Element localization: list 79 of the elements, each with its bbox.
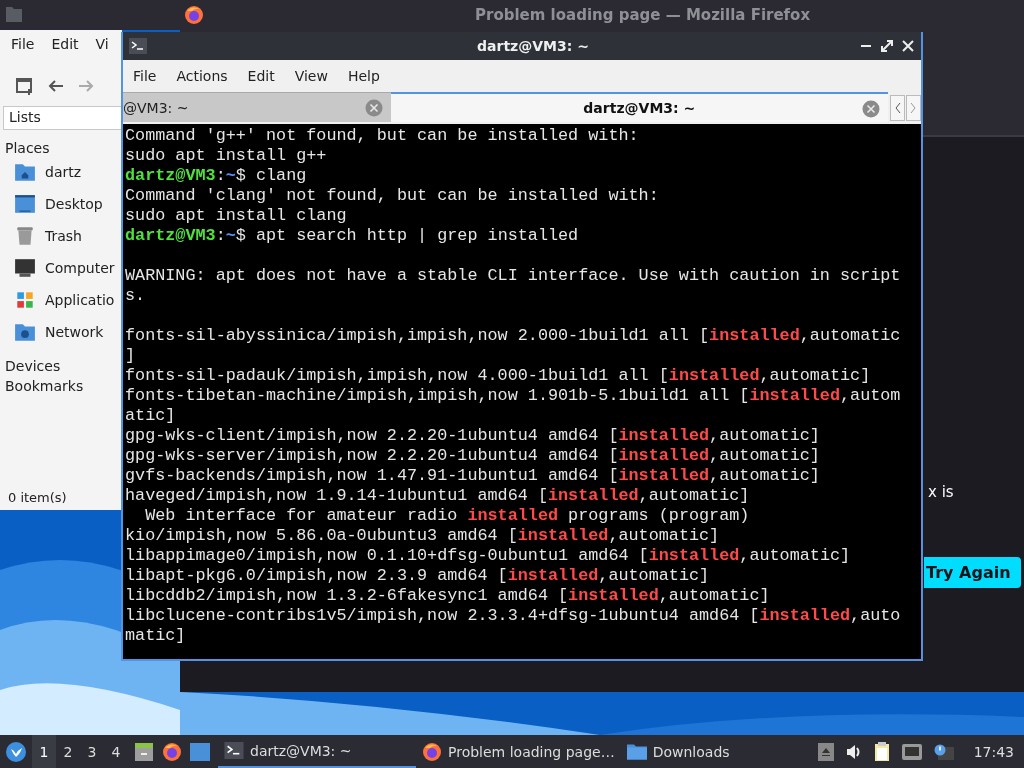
terminal-icon [224,742,244,759]
menu-item[interactable]: View [284,68,338,84]
window-title: Problem loading page — Mozilla Firefox [475,6,811,24]
clock: 17:43 [973,743,1014,760]
workspace-button[interactable]: 1 [32,735,56,768]
terminal-line: WARNING: apt does not have a stable CLI interface. Use with caution in script [125,266,901,286]
terminal-line: gvfs-backends/impish,now 1.47.91-1ubuntu1 amd64 [installed,automatic] [125,466,820,486]
sidebar-item[interactable]: dartz [0,156,122,188]
terminal-line: libcddb2/impish,now 1.3.2-6fakesync1 amd64 [installed,automatic] [125,586,770,606]
firefox-icon[interactable] [422,741,442,762]
terminal-line: gpg-wks-client/impish,now 2.2.20-1ubuntu4 amd64 [installed,automatic] [125,426,820,446]
terminal-line: atic] [125,406,176,426]
sidebar-item[interactable]: Computer [0,252,122,284]
network-icon[interactable] [901,743,922,760]
status-text: 0 item(s) [8,490,67,505]
menu-item[interactable]: File [11,36,35,60]
close-icon[interactable] [901,39,915,53]
sidebar-item[interactable]: Network [0,316,122,348]
terminal-line: dartz@VM3:~$ clang [125,166,307,186]
monitor-icon [14,258,36,278]
clipboard-icon[interactable] [873,741,890,762]
terminal-tab[interactable]: dartz@VM3: ~ [390,92,888,122]
menu-item[interactable]: Edit [51,36,79,60]
terminal-line: haveged/impish,now 1.9.14-1ubuntu1 amd64 [installed,automatic] [125,486,750,506]
terminal-line: Web interface for amateur radio installed programs (program) [144,506,750,526]
new-window-icon[interactable] [16,77,34,95]
section-heading: Bookmarks [5,378,85,394]
notification-icon[interactable] [933,743,954,760]
back-arrow-icon[interactable] [48,79,64,93]
terminal-line: ] [125,346,136,366]
terminal-line: dartz@VM3:~$ apt search http | grep installed [125,226,579,246]
sidebar-item[interactable]: Applicatio [0,284,122,316]
apps-icon [14,290,36,310]
network-folder-icon [14,322,36,342]
section-heading: Devices [5,358,62,374]
menu-item[interactable]: Actions [166,68,238,84]
terminal-line: Command 'g++' not found, but can be installed with: [125,126,639,146]
location-dropdown[interactable]: Lists [3,106,122,130]
terminal-line: sudo apt install clang [125,206,347,226]
terminal-line: Command 'clang' not found, but can be installed with: [125,186,659,206]
desktop-icon [14,194,36,214]
home-folder-icon [14,162,36,182]
workspace-button[interactable]: 4 [104,735,128,768]
volume-icon[interactable] [845,743,862,760]
terminal-line: kio/impish,now 5.86.0a-0ubuntu3 amd64 [installed,automatic] [125,526,720,546]
menu-item[interactable]: Help [337,68,390,84]
desktop-icon[interactable] [190,742,210,761]
workspace-button[interactable]: 3 [80,735,104,768]
eject-icon[interactable] [817,742,834,761]
terminal-line: fonts-sil-abyssinica/impish,impish,now 2.000-1build1 all [installed,automatic [125,326,901,346]
terminal-line: s. [125,286,146,306]
taskbar-task[interactable]: Problem loading page… [416,735,621,768]
terminal-line: fonts-tibetan-machine/impish,impish,now 1.901b-5.1build1 all [installed,autom [125,386,901,406]
terminal-line: gpg-wks-server/impish,now 2.2.20-1ubuntu4 amd64 [installed,automatic] [125,446,820,466]
terminal-line: libappimage0/impish,now 0.1.10+dfsg-0ubuntu1 amd64 [installed,automatic] [125,546,851,566]
terminal-line: libapt-pkg6.0/impish,now 2.3.9 amd64 [installed,automatic] [125,566,710,586]
terminal-line: fonts-sil-padauk/impish,impish,now 4.000-1build1 all [installed,automatic] [125,366,871,386]
menu-item[interactable]: Vi [95,36,109,60]
trash-icon [14,226,36,246]
try-again-button[interactable]: Try Again [924,557,1021,588]
firefox-icon[interactable] [184,5,204,25]
firefox-icon[interactable] [162,741,182,762]
maximize-icon[interactable] [880,39,894,53]
terminal-line: sudo apt install g++ [125,146,327,166]
terminal-line: libclucene-contribs1v5/impish,now 2.3.3.4+dfsg-1ubuntu4 amd64 [installed,auto [125,606,901,626]
terminal-tab[interactable]: @VM3: ~ [123,92,391,122]
folder-icon [626,743,647,760]
menu-item[interactable]: Edit [237,68,285,84]
taskbar-task[interactable]: dartz@VM3: ~ [218,735,416,768]
error-text: x is [928,483,954,501]
section-heading: Places [5,140,51,156]
window-title: dartz@VM3: ~ [476,38,590,54]
file-cabinet-icon[interactable] [134,741,154,762]
workspace-button[interactable]: 2 [56,735,80,768]
sidebar-item[interactable]: Desktop [0,188,122,220]
terminal-icon [129,38,147,54]
taskbar-task[interactable]: Downloads [620,735,736,768]
sidebar-item[interactable]: Trash [0,220,122,252]
menu-item[interactable]: File [123,68,167,84]
